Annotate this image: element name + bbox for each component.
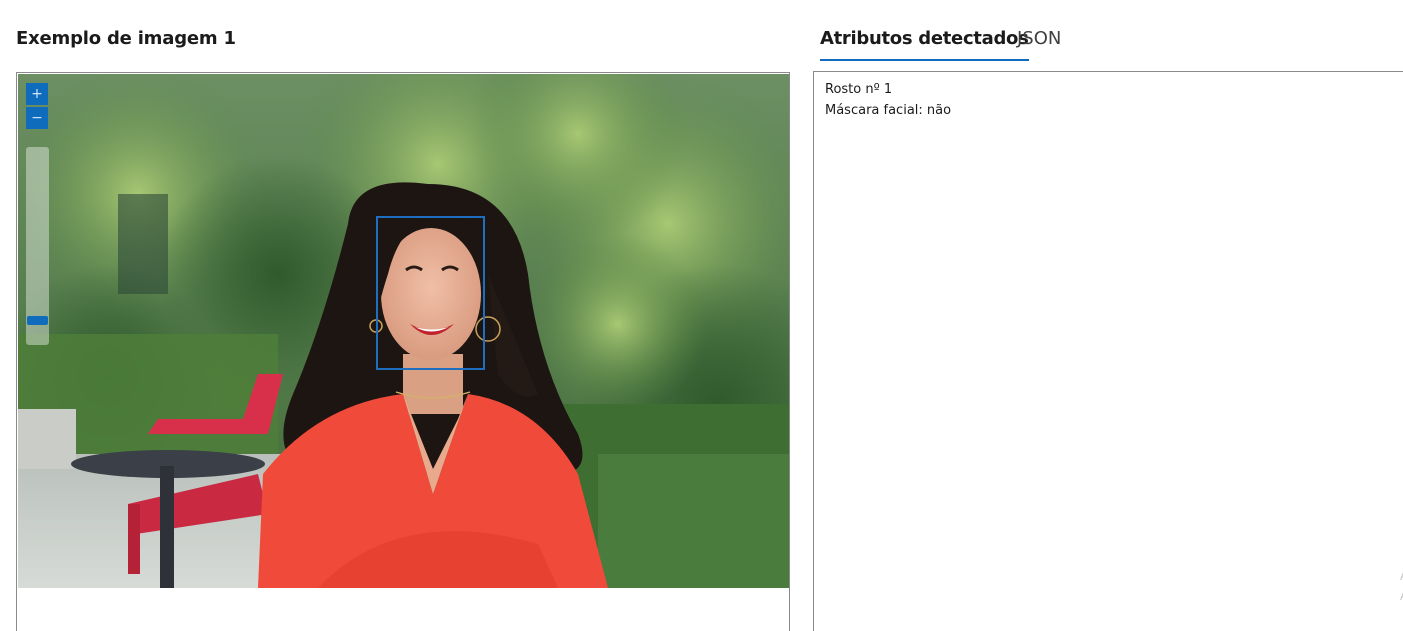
results-panel: Rosto nº 1 Máscara facial: não A A: [813, 71, 1403, 631]
face-mask-line: Máscara facial: não: [825, 103, 952, 118]
zoom-slider-thumb[interactable]: [27, 316, 48, 325]
face-number-line: Rosto nº 1: [825, 82, 893, 97]
image-viewer[interactable]: + −: [16, 72, 790, 631]
zoom-slider[interactable]: [26, 147, 49, 345]
face-bounding-box: [376, 216, 485, 370]
tab-json[interactable]: JSON: [1017, 28, 1061, 59]
image-title: Exemplo de imagem 1: [16, 28, 236, 49]
zoom-out-button[interactable]: −: [26, 107, 48, 129]
tab-detected-attributes[interactable]: Atributos detectados: [820, 28, 1029, 61]
zoom-in-button[interactable]: +: [26, 83, 48, 105]
